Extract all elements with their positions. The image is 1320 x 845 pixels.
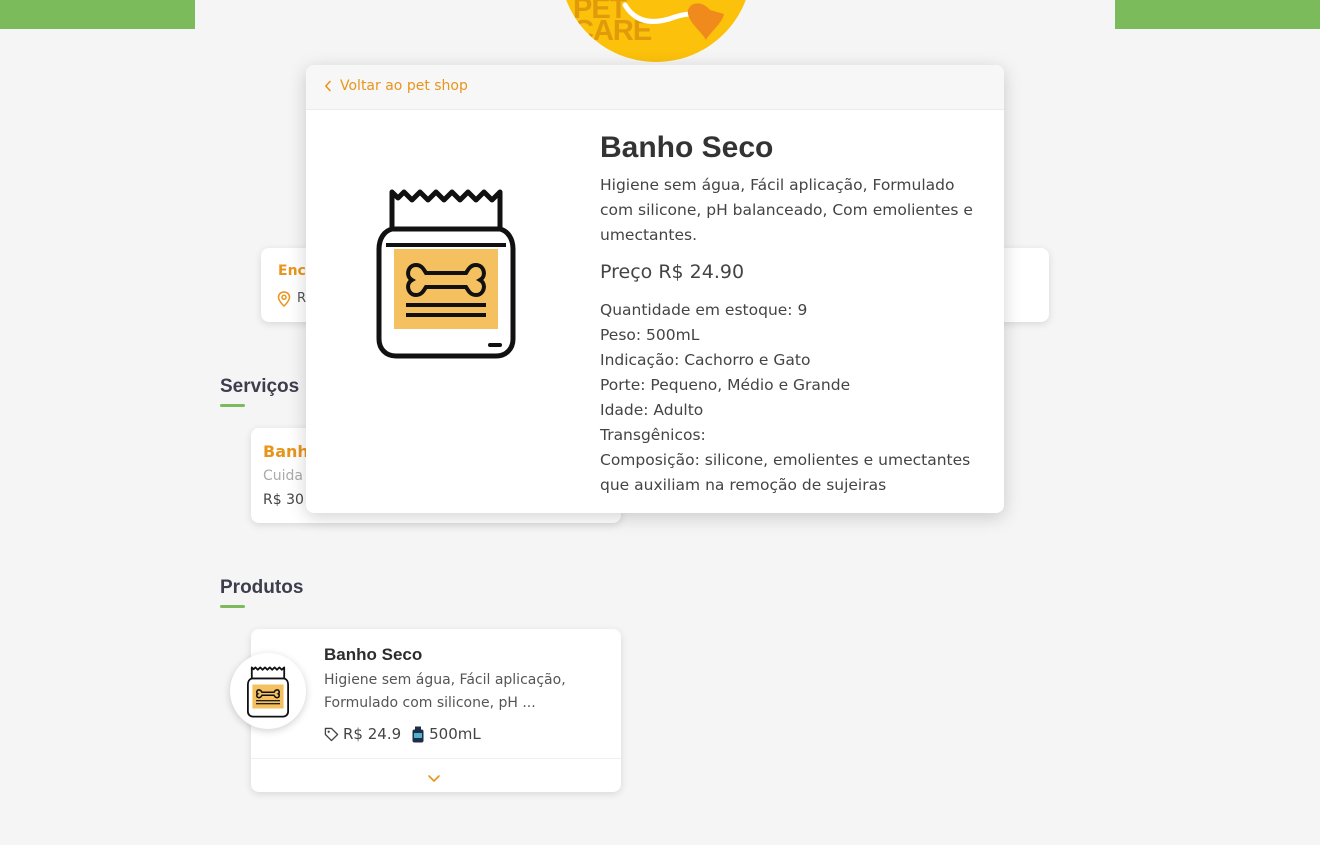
product-detail-modal: Voltar ao pet shop Banho Seco Higiene se… (306, 65, 1004, 513)
services-title-underline (220, 404, 245, 407)
modal-product-description: Higiene sem água, Fácil aplicação, Formu… (600, 176, 973, 244)
back-link-label: Voltar ao pet shop (340, 78, 468, 94)
products-title-underline (220, 605, 245, 608)
detail-transgenics: Transgênicos: (600, 426, 706, 444)
product-desc: Higiene sem água, Fácil aplicação, Formu… (324, 672, 566, 711)
product-name: Banho Seco (324, 645, 423, 664)
bottle-icon (411, 726, 425, 743)
detail-weight: Peso: 500mL (600, 326, 700, 344)
petcare-logo[interactable]: PET CARE (560, 0, 752, 62)
chevron-left-icon (324, 80, 332, 92)
detail-stock: Quantidade em estoque: 9 (600, 301, 808, 319)
modal-header: Voltar ao pet shop (306, 65, 1004, 110)
service-name: Banh (263, 442, 309, 461)
modal-product-price: Preço R$ 24.90 (600, 261, 745, 283)
product-thumbnail (230, 653, 306, 729)
products-title: Produtos (220, 577, 304, 598)
heart-leash-icon (622, 2, 724, 40)
product-price: R$ 24.9 (343, 725, 402, 743)
header-bar-left (0, 0, 195, 29)
card-divider (251, 758, 621, 759)
info-address: R (297, 291, 307, 306)
chevron-down-icon[interactable] (427, 769, 441, 788)
detail-composition: Composição: silicone, emolientes e umect… (600, 451, 971, 494)
service-desc: Cuida (263, 468, 304, 484)
back-to-petshop-link[interactable]: Voltar ao pet shop (324, 78, 468, 94)
detail-age: Idade: Adulto (600, 401, 704, 419)
header-bar-right (1115, 0, 1320, 29)
service-price: R$ 30 (263, 492, 304, 508)
product-size: 500mL (429, 725, 481, 743)
info-label: Enc (278, 263, 306, 279)
services-title: Serviços (220, 376, 300, 397)
modal-product-details: Quantidade em estoque: 9 Peso: 500mL Ind… (600, 298, 992, 498)
modal-product-title: Banho Seco (600, 131, 774, 164)
location-pin-icon (277, 291, 291, 311)
product-meta: R$ 24.9 500mL (324, 725, 481, 743)
product-card[interactable]: Banho Seco Higiene sem água, Fácil aplic… (251, 629, 621, 792)
price-tag-icon (324, 727, 339, 742)
product-jar-icon (376, 189, 516, 359)
detail-size: Porte: Pequeno, Médio e Grande (600, 376, 851, 394)
product-jar-icon (247, 666, 289, 718)
detail-indication: Indicação: Cachorro e Gato (600, 351, 811, 369)
